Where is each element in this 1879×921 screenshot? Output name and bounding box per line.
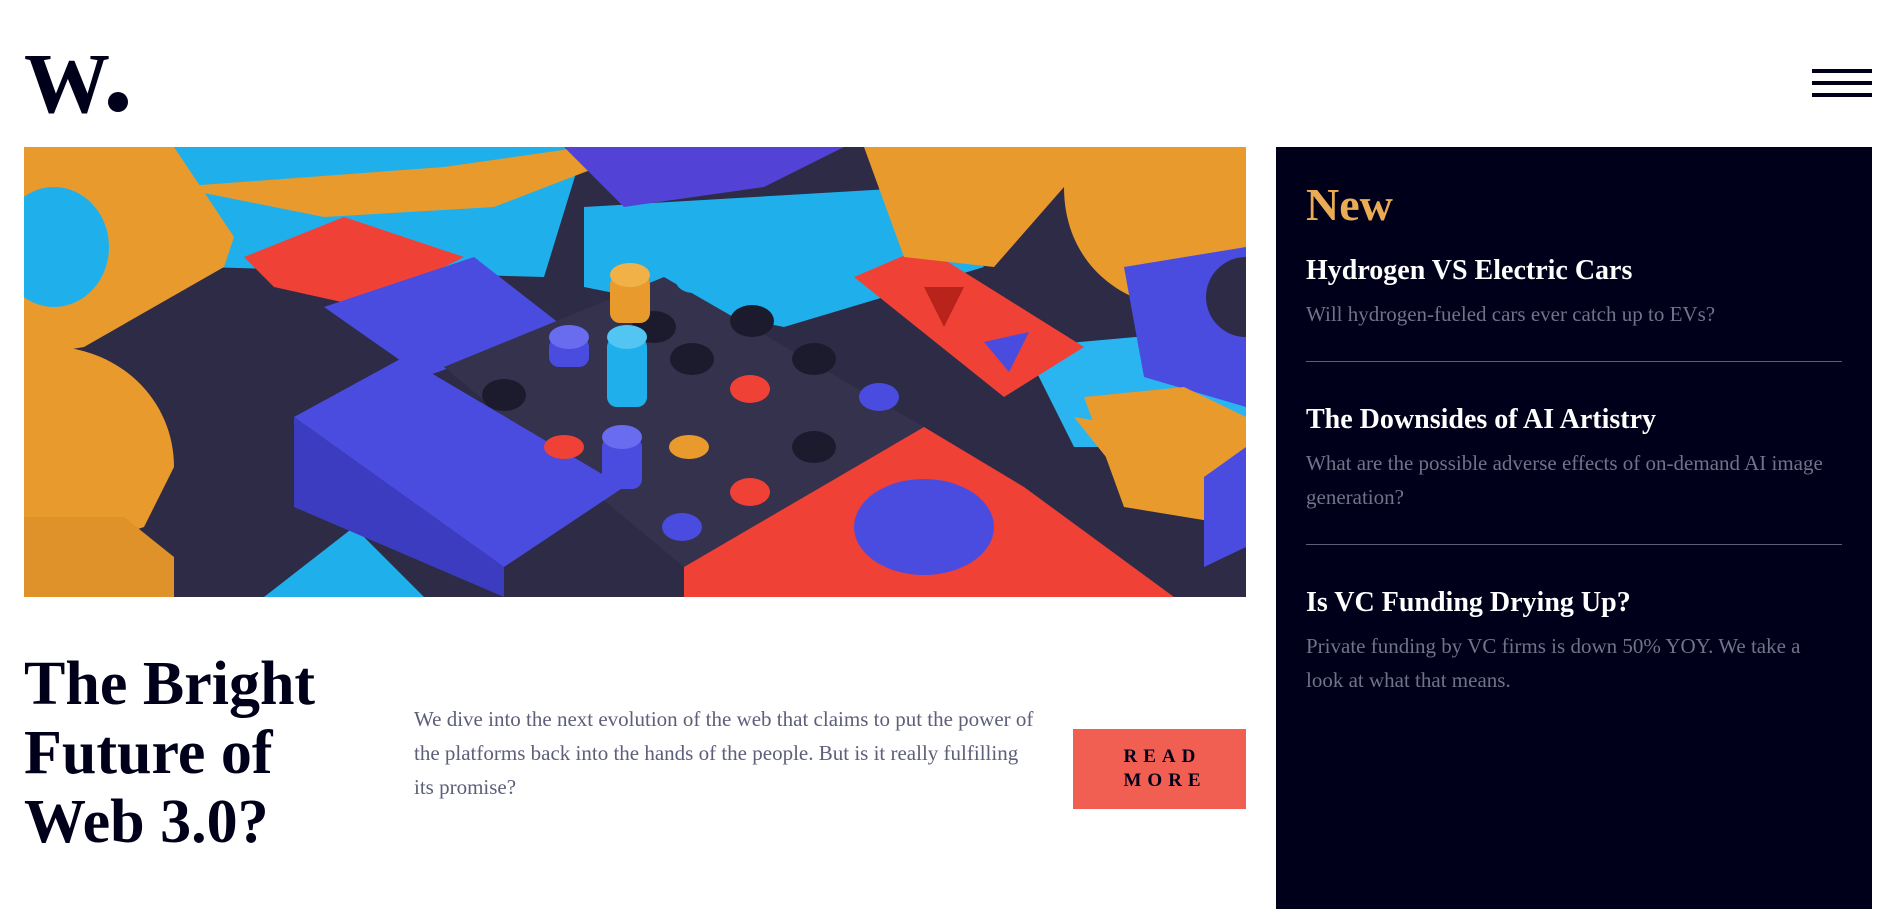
site-logo[interactable]: W — [24, 40, 128, 126]
menu-bar-top — [1812, 69, 1872, 73]
logo-text: W — [24, 35, 110, 131]
news-item-title[interactable]: The Downsides of AI Artistry — [1306, 402, 1842, 438]
news-item[interactable]: The Downsides of AI Artistry What are th… — [1306, 402, 1842, 514]
logo-dot — [108, 92, 128, 112]
new-articles-sidebar: New Hydrogen VS Electric Cars Will hydro… — [1276, 147, 1872, 909]
hero-image — [24, 147, 1246, 597]
news-item-summary: Private funding by VC firms is down 50% … — [1306, 634, 1801, 692]
news-divider — [1306, 544, 1842, 545]
news-item-summary: What are the possible adverse effects of… — [1306, 451, 1823, 509]
news-item[interactable]: Is VC Funding Drying Up? Private funding… — [1306, 585, 1842, 697]
read-more-button[interactable]: READ MORE — [1073, 729, 1246, 809]
news-item[interactable]: Hydrogen VS Electric Cars Will hydrogen-… — [1306, 253, 1842, 331]
read-more-label: READ MORE — [1123, 746, 1207, 791]
article-teaser: We dive into the next evolution of the w… — [414, 707, 1034, 799]
news-list: Hydrogen VS Electric Cars Will hydrogen-… — [1306, 253, 1842, 697]
hamburger-menu-icon[interactable] — [1812, 69, 1872, 99]
news-divider — [1306, 361, 1842, 362]
article-headline: The Bright Future of Web 3.0? — [24, 650, 316, 856]
news-item-title[interactable]: Hydrogen VS Electric Cars — [1306, 253, 1842, 289]
menu-bar-bottom — [1812, 93, 1872, 97]
news-item-title[interactable]: Is VC Funding Drying Up? — [1306, 585, 1842, 621]
news-item-summary: Will hydrogen-fueled cars ever catch up … — [1306, 302, 1716, 326]
hero-illustration — [24, 147, 1246, 597]
menu-bar-middle — [1812, 81, 1872, 85]
sidebar-heading: New — [1306, 179, 1393, 230]
